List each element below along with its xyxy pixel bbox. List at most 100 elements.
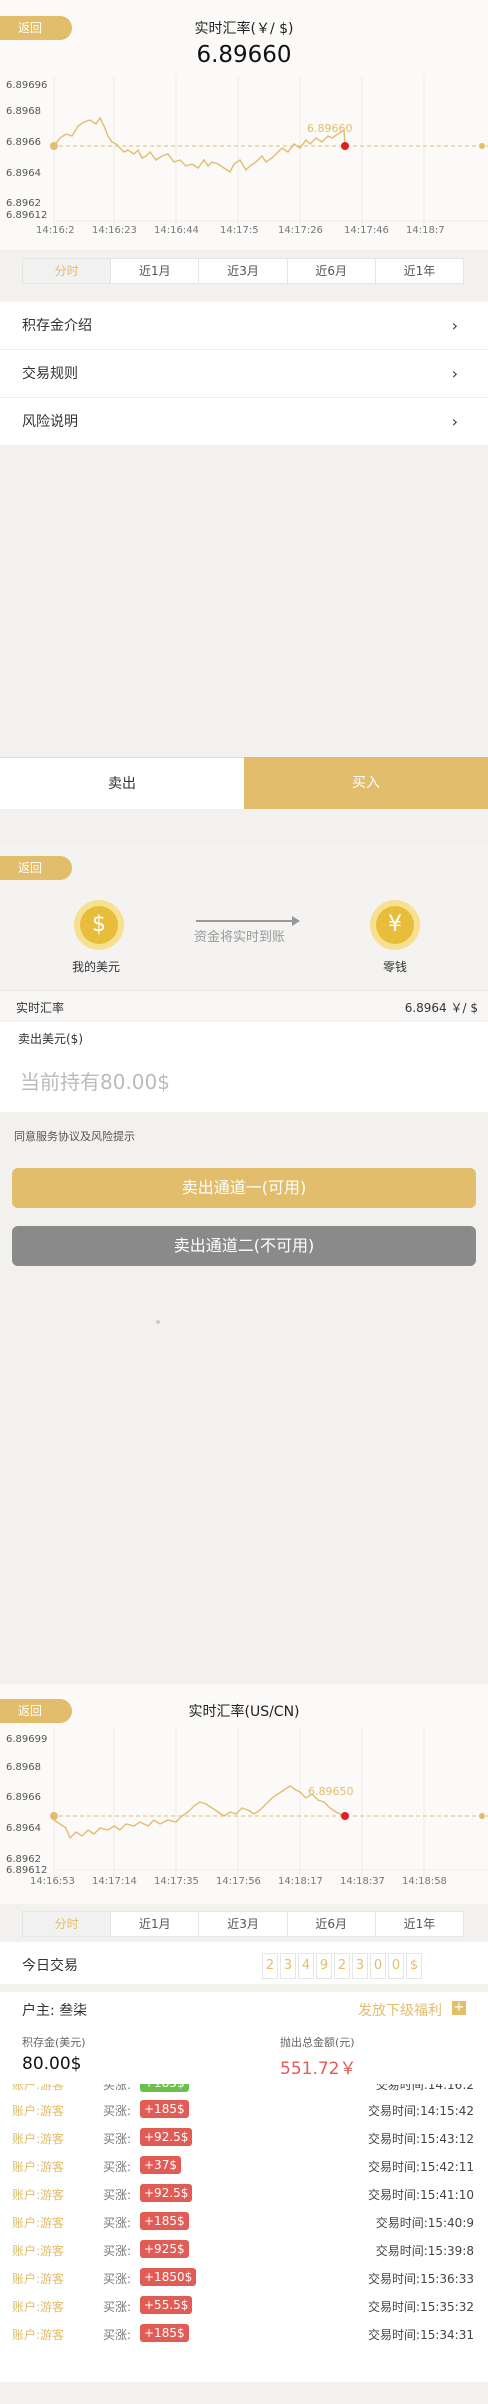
welfare-link[interactable]: 发放下级福利 <box>358 2000 442 2020</box>
list-item: 账户:游客 买涨: +185$ 交易时间:15:34:31 <box>0 2320 488 2348</box>
menu-item-rules[interactable]: 交易规则 › <box>0 350 488 398</box>
trade-time: 交易时间:15:34:31 <box>368 2328 474 2342</box>
amount-badge: +925$ <box>140 2240 189 2258</box>
trade-kind: 买涨: <box>103 2160 132 2174</box>
transfer-arrow <box>196 920 296 922</box>
account-label: 账户:游客 <box>12 2104 65 2118</box>
tab-1-year[interactable]: 近1年 <box>376 1912 463 1936</box>
trade-kind: 买涨: <box>103 2272 132 2286</box>
owner-label: 户主: 叁柒 <box>22 2003 88 2019</box>
balance-value: 80.00$ <box>22 2054 82 2074</box>
list-item: 账户:游客 买涨: +55.5$ 交易时间:15:35:32 <box>0 2292 488 2320</box>
x-tick-label: 14:17:35 <box>154 1876 199 1887</box>
trade-time: 交易时间:14:15:42 <box>368 2104 474 2118</box>
sell-channel-1-button[interactable]: 卖出通道一(可用) <box>12 1168 476 1208</box>
amount-badge: +185$ <box>140 2324 189 2342</box>
amount-badge: +185$ <box>140 2084 189 2092</box>
trade-button-bar: 卖出 买入 <box>0 757 488 809</box>
trade-kind: 买涨: <box>103 2244 132 2258</box>
trade-time: 交易时间:15:40:9 <box>375 2216 474 2230</box>
menu-item-label: 交易规则 <box>22 366 78 382</box>
sell-channel-2-button: 卖出通道二(不可用) <box>12 1226 476 1266</box>
rate-title: 实时汇率(US/CN) <box>188 1704 300 1720</box>
agreement-link[interactable]: 同意服务协议及风险提示 <box>14 1128 135 1144</box>
odometer-digit: 0 <box>388 1953 404 1979</box>
x-tick-label: 14:17:14 <box>92 1876 137 1887</box>
y-tick-label: 6.8966 <box>6 137 41 148</box>
trade-time: 交易时间:15:43:12 <box>368 2132 474 2146</box>
account-label: 账户:游客 <box>12 2084 65 2092</box>
tab-3-months[interactable]: 近3月 <box>199 259 288 283</box>
back-button[interactable]: 返回 <box>0 856 72 880</box>
account-label: 账户:游客 <box>12 2132 65 2146</box>
account-label: 账户:游客 <box>12 2188 65 2202</box>
balance-label: 积存金(美元) <box>22 2036 86 2049</box>
y-tick-label: 6.8962 <box>6 1854 41 1865</box>
screen-trade-record-page: 返回 实时汇率(US/CN) 6.89650 6.89699 6.8968 6.… <box>0 1684 488 2404</box>
amount-badge: +92.5$ <box>140 2128 193 2146</box>
odometer-digit: 3 <box>352 1953 368 1979</box>
odometer-digit: $ <box>406 1953 422 1979</box>
amount-badge: +92.5$ <box>140 2184 193 2202</box>
trade-time: 交易时间:15:36:33 <box>368 2272 474 2286</box>
trade-time: 交易时间:14:16:2 <box>375 2084 474 2092</box>
menu-item-label: 积存金介绍 <box>22 318 92 334</box>
rate-value: 6.89660 <box>196 42 292 68</box>
tab-3-months[interactable]: 近3月 <box>199 1912 288 1936</box>
amount-input[interactable]: 当前持有80.00$ <box>20 1066 170 1095</box>
odometer-digit: 2 <box>262 1953 278 1979</box>
tab-1-year[interactable]: 近1年 <box>376 259 463 283</box>
sell-button[interactable]: 卖出 <box>0 757 244 809</box>
rate-row-value: 6.8964 ￥/ $ <box>404 1001 478 1015</box>
arrow-head-icon <box>292 916 300 926</box>
tab-6-months[interactable]: 近6月 <box>288 259 376 283</box>
tab-6-months[interactable]: 近6月 <box>288 1912 376 1936</box>
y-tick-label: 6.8964 <box>6 1823 41 1834</box>
change-label: 零钱 <box>383 960 408 974</box>
x-tick-label: 14:16:44 <box>154 225 199 236</box>
y-tick-label: 6.89699 <box>6 1734 48 1745</box>
menu-item-risk[interactable]: 风险说明 › <box>0 398 488 446</box>
y-tick-label: 6.8966 <box>6 1792 41 1803</box>
amount-badge: +185$ <box>140 2212 189 2230</box>
tab-1-month[interactable]: 近1月 <box>111 259 200 283</box>
trade-list: 账户:游客 买涨: +185$ 交易时间:14:16:2 账户:游客买涨:+18… <box>0 2084 488 2382</box>
rate-chart <box>50 1728 488 1878</box>
trade-kind: 买涨: <box>103 2132 132 2146</box>
my-usd-label: 我的美元 <box>72 960 121 974</box>
start-point <box>50 1812 58 1820</box>
menu-item-intro[interactable]: 积存金介绍 › <box>0 302 488 350</box>
buy-button[interactable]: 买入 <box>244 757 488 809</box>
list-item: 账户:游客 买涨: +92.5$ 交易时间:15:41:10 <box>0 2180 488 2208</box>
trade-time: 交易时间:15:41:10 <box>368 2188 474 2202</box>
x-tick-label: 14:18:37 <box>340 1876 385 1887</box>
tab-intraday[interactable]: 分时 <box>23 1912 112 1936</box>
amount-badge: +37$ <box>140 2156 181 2174</box>
owner-card: 户主: 叁柒 发放下级福利 + 积存金(美元) 80.00$ 抛出总金额(元) … <box>0 1992 488 2084</box>
x-tick-label: 14:18:58 <box>402 1876 447 1887</box>
loading-dot <box>156 1320 160 1324</box>
tab-1-month[interactable]: 近1月 <box>111 1912 200 1936</box>
amount-badge: +1850$ <box>140 2268 197 2286</box>
usd-icon: $ <box>74 900 124 950</box>
amount-badge: +55.5$ <box>140 2296 193 2314</box>
trade-kind: 买涨: <box>103 2328 132 2342</box>
y-tick-label: 6.8968 <box>6 1762 41 1773</box>
right-end-point <box>479 143 485 149</box>
rate-series-line <box>53 116 346 174</box>
sell-usd-label: 卖出美元($) <box>18 1032 83 1046</box>
trade-time: 交易时间:15:39:8 <box>375 2244 474 2258</box>
y-tick-label: 6.8962 <box>6 198 41 209</box>
y-tick-label: 6.8968 <box>6 106 41 117</box>
tab-intraday[interactable]: 分时 <box>23 259 112 283</box>
x-tick-label: 14:17:5 <box>220 225 259 236</box>
current-point-label: 6.89660 <box>307 122 353 135</box>
amount-badge: +185$ <box>140 2100 189 2118</box>
plus-icon[interactable]: + <box>452 2001 466 2015</box>
y-tick-label: 6.89612 <box>6 1865 48 1876</box>
trade-time: 交易时间:15:42:11 <box>368 2160 474 2174</box>
period-tabs: 分时 近1月 近3月 近6月 近1年 <box>22 1911 464 1937</box>
odometer-digit: 9 <box>316 1953 332 1979</box>
total-label: 抛出总金额(元) <box>280 2036 355 2049</box>
right-end-point <box>479 1813 485 1819</box>
